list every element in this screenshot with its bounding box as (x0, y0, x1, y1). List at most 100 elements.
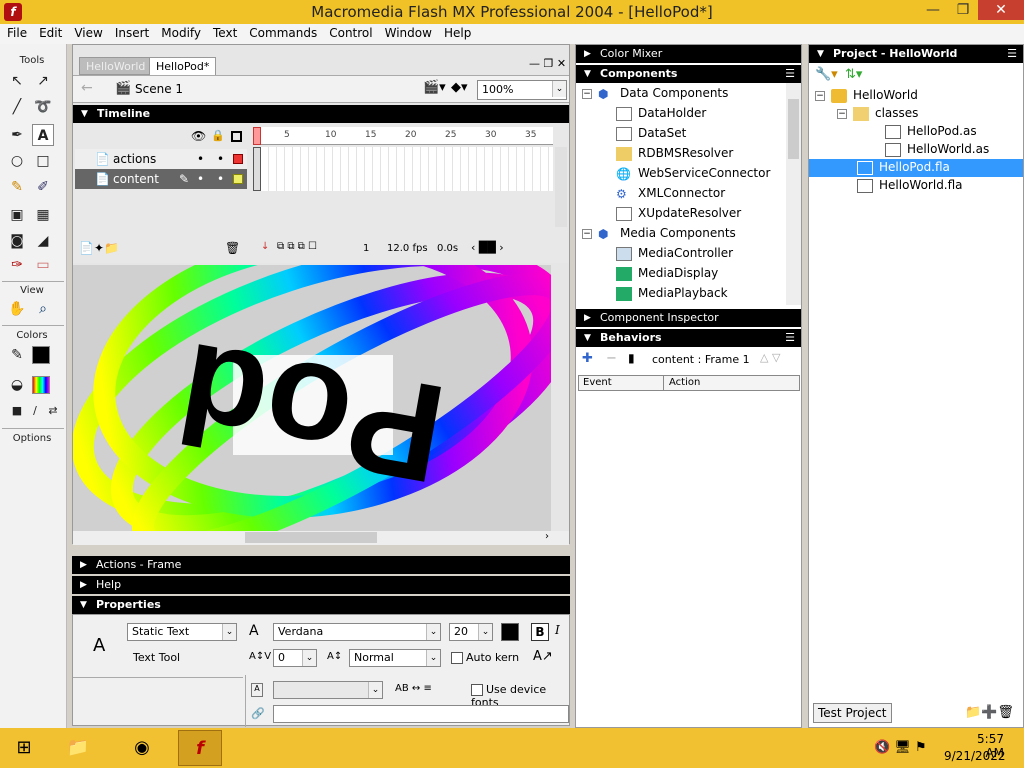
visibility-dot-icon[interactable]: • (197, 149, 204, 169)
rectangle-tool-icon[interactable]: □ (32, 150, 54, 172)
doc-window-controls-icon[interactable]: — ❐ ✕ (529, 57, 566, 70)
text-rendering-select[interactable]: ⌄ (273, 681, 383, 699)
col-event[interactable]: Event (583, 377, 612, 388)
test-project-button[interactable]: Test Project (813, 703, 892, 723)
selectable-text-icons[interactable]: AB ↔ ≡ (395, 683, 432, 694)
italic-button[interactable]: I (555, 623, 560, 637)
paint-bucket-tool-icon[interactable]: ◢ (32, 230, 54, 252)
tree-item-dataset[interactable]: DataSet (616, 126, 686, 141)
file-hellopod-as[interactable]: HelloPod.as (885, 124, 977, 139)
font-size-field[interactable]: 20 ⌄ (449, 623, 493, 641)
lasso-tool-icon[interactable]: ➰ (32, 96, 54, 118)
panel-menu-icon[interactable]: ☰ (785, 329, 795, 347)
file-hellopod-fla[interactable]: HelloPod.fla (857, 160, 950, 175)
folder-classes[interactable]: classes (853, 106, 918, 121)
layer-row-actions[interactable]: 📄 actions • • (75, 149, 247, 169)
free-transform-tool-icon[interactable]: ▣ (6, 204, 28, 226)
file-explorer-icon[interactable]: 📁 (56, 730, 100, 766)
add-behavior-icon[interactable]: ✚ (582, 351, 593, 366)
center-frame-icon[interactable]: ↓ (261, 241, 269, 252)
pen-tool-icon[interactable]: ✒ (6, 124, 28, 146)
components-header[interactable]: ▼ Components ☰ (576, 65, 801, 83)
menu-modify[interactable]: Modify (154, 24, 206, 42)
back-arrow-icon[interactable]: ← (81, 80, 93, 96)
stage-hscroll[interactable]: › (73, 531, 569, 545)
bold-button[interactable]: B (531, 623, 549, 641)
project-actions-icons[interactable]: 📁➕🗑 (965, 705, 1014, 720)
component-inspector-panel[interactable]: ▶ Component Inspector (576, 309, 801, 327)
stroke-color-icon[interactable]: ✎ (6, 344, 28, 366)
char-position-select[interactable]: Normal ⌄ (349, 649, 441, 667)
eye-icon[interactable]: 👁 (191, 129, 206, 143)
menu-help[interactable]: Help (437, 24, 476, 42)
layer-color-box[interactable] (233, 154, 243, 164)
fill-color-swatch[interactable] (32, 376, 50, 394)
layer-row-content[interactable]: 📄 content ✎ • • (75, 169, 247, 189)
edit-scene-icon[interactable]: 🎬▾ (423, 80, 446, 95)
url-link-field[interactable] (273, 705, 569, 723)
timeline-header[interactable]: ▼ Timeline (73, 105, 569, 123)
tab-helloworld[interactable]: HelloWorld (79, 57, 153, 75)
project-settings-icon[interactable]: 🔧▾ (815, 67, 838, 82)
font-select[interactable]: Verdana ⌄ (273, 623, 441, 641)
letter-spacing-field[interactable]: 0 ⌄ (273, 649, 317, 667)
project-root[interactable]: HelloWorld (831, 88, 918, 103)
tree-item-mediaplayback[interactable]: MediaPlayback (616, 286, 728, 301)
format-options-icon[interactable]: A↗ (533, 649, 553, 664)
zoom-select[interactable]: 100% ⌄ (477, 80, 567, 100)
tree-item-media-components[interactable]: ⬢ Media Components (598, 226, 736, 241)
oval-tool-icon[interactable]: ○ (6, 150, 28, 172)
timeline-vscroll[interactable] (555, 147, 567, 227)
keyframe-cell[interactable] (253, 147, 261, 191)
collapse-icon[interactable]: − (582, 89, 592, 99)
scene-label[interactable]: Scene 1 (135, 82, 183, 96)
menu-text[interactable]: Text (206, 24, 242, 42)
hand-tool-icon[interactable]: ✋ (6, 298, 28, 320)
panel-menu-icon[interactable]: ☰ (1007, 45, 1017, 63)
menu-control[interactable]: Control (322, 24, 377, 42)
tree-item-mediadisplay[interactable]: MediaDisplay (616, 266, 718, 281)
timeline-hscroll[interactable]: ‹ ██ › (471, 241, 504, 254)
eraser-tool-icon[interactable]: ▭ (32, 254, 54, 276)
windows-start-icon[interactable]: ⊞ (2, 730, 46, 766)
frame-rate[interactable]: 12.0 fps (387, 243, 428, 254)
actions-frame-panel[interactable]: ▶ Actions - Frame (72, 556, 570, 574)
trash-icon[interactable]: 🗑 (225, 241, 240, 255)
fill-transform-tool-icon[interactable]: ▦ (32, 204, 54, 226)
file-helloworld-as[interactable]: HelloWorld.as (885, 142, 989, 157)
tree-item-rdbmsresolver[interactable]: RDBMSResolver (616, 146, 733, 161)
tray-icons[interactable]: 🔇 🖥 ⚑ (874, 740, 927, 755)
panel-menu-icon[interactable]: ☰ (785, 65, 795, 83)
behaviors-header[interactable]: ▼ Behaviors ☰ (576, 329, 801, 347)
text-type-select[interactable]: Static Text ⌄ (127, 623, 237, 641)
ink-bottle-tool-icon[interactable]: ◙ (6, 230, 28, 252)
project-header[interactable]: ▼ Project - HelloWorld ☰ (809, 45, 1023, 63)
maximize-button[interactable]: ❐ (948, 0, 978, 20)
minimize-button[interactable]: — (918, 0, 948, 20)
collapse-icon[interactable]: − (837, 109, 847, 119)
color-mixer-panel[interactable]: ▶ Color Mixer (576, 45, 801, 63)
zoom-tool-icon[interactable]: ⌕ (32, 298, 54, 320)
pencil-tool-icon[interactable]: ✎ (6, 176, 28, 198)
help-panel[interactable]: ▶ Help (72, 576, 570, 594)
menu-edit[interactable]: Edit (32, 24, 67, 42)
file-helloworld-fla[interactable]: HelloWorld.fla (857, 178, 963, 193)
edit-symbols-icon[interactable]: ◆▾ (451, 80, 468, 95)
swap-colors-icon[interactable]: ⇄ (42, 400, 64, 422)
move-up-down-icon[interactable]: △ ▽ (760, 351, 780, 364)
frame-ruler[interactable]: 1 5 10 15 20 25 30 35 (253, 127, 553, 145)
tree-item-webserviceconnector[interactable]: 🌐 WebServiceConnector (616, 166, 770, 181)
menu-insert[interactable]: Insert (108, 24, 154, 42)
line-tool-icon[interactable]: ╱ (6, 96, 28, 118)
layer-color-box[interactable] (233, 174, 243, 184)
checkin-out-icon[interactable]: ⇅▾ (845, 67, 862, 82)
menu-commands[interactable]: Commands (242, 24, 322, 42)
subselect-tool-icon[interactable]: ↗ (32, 70, 54, 92)
collapse-icon[interactable]: − (582, 229, 592, 239)
onion-skin-icons[interactable]: ⧉ ⧉ ⧉ ☐ (277, 241, 317, 252)
outline-icon[interactable] (231, 131, 242, 142)
tree-item-xmlconnector[interactable]: ⚙ XMLConnector (616, 186, 725, 201)
tree-item-xupdateresolver[interactable]: XUpdateResolver (616, 206, 741, 221)
menu-file[interactable]: File (0, 24, 32, 42)
lock-icon[interactable]: 🔒 (211, 129, 225, 142)
